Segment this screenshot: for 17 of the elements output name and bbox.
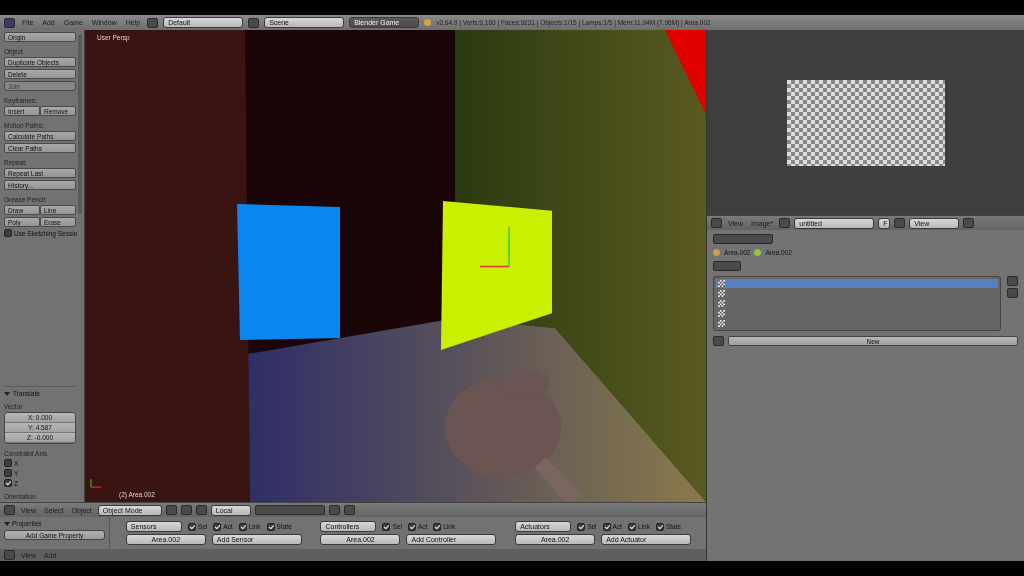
checkbox[interactable] <box>655 522 664 531</box>
checkbox[interactable] <box>4 459 12 467</box>
disclosure-triangle-icon[interactable] <box>4 520 10 527</box>
checkbox[interactable] <box>213 522 222 531</box>
checkbox[interactable] <box>382 522 391 531</box>
checkbox[interactable] <box>238 522 247 531</box>
checkbox[interactable] <box>577 522 586 531</box>
checkbox[interactable] <box>4 469 12 477</box>
disclosure-triangle-icon[interactable] <box>4 390 10 397</box>
checkbox[interactable] <box>187 522 196 531</box>
checkbox[interactable] <box>407 522 416 531</box>
checkbox[interactable] <box>602 522 611 531</box>
checkbox[interactable] <box>4 229 12 237</box>
checkbox[interactable] <box>433 522 442 531</box>
checkbox[interactable] <box>627 522 636 531</box>
checkbox[interactable] <box>4 479 12 487</box>
checkbox[interactable] <box>266 522 275 531</box>
